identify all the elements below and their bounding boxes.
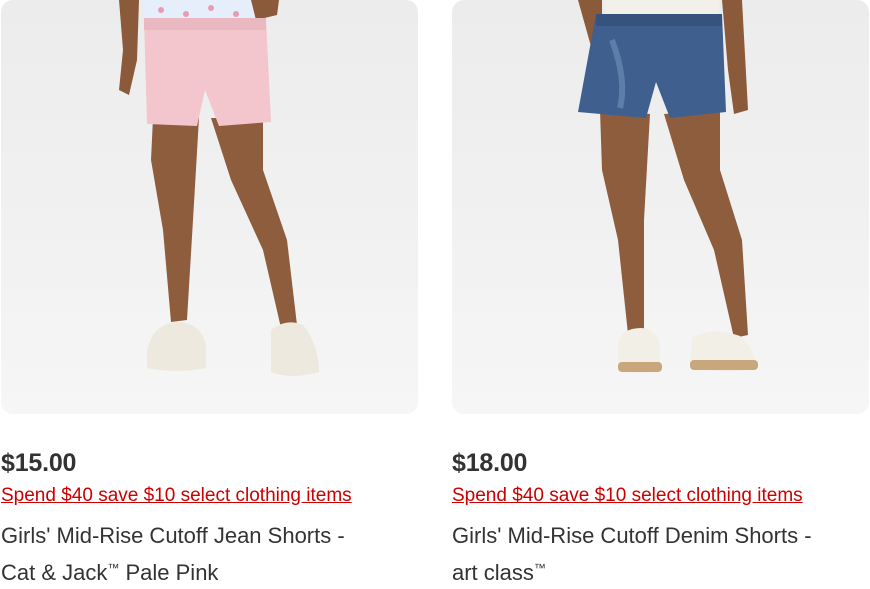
product-title-link[interactable]: Girls' Mid-Rise Cutoff Denim Shorts - ar… — [452, 519, 862, 589]
trademark-symbol: ™ — [533, 561, 546, 575]
product-card: $18.00 Spend $40 save $10 select clothin… — [452, 0, 869, 585]
product-price: $15.00 — [1, 449, 77, 477]
product-card: $15.00 Spend $40 save $10 select clothin… — [1, 0, 418, 585]
product-photo-denim-shorts — [578, 0, 758, 373]
product-title-line2: Cat & Jack™ Pale Pink — [1, 560, 219, 585]
product-title-line1: Girls' Mid-Rise Cutoff Denim Shorts - — [452, 523, 812, 548]
product-image[interactable] — [452, 0, 869, 414]
promo-link[interactable]: Spend $40 save $10 select clothing items — [452, 485, 803, 507]
product-price: $18.00 — [452, 449, 528, 477]
product-photo-pink-shorts — [119, 0, 319, 376]
product-image[interactable] — [1, 0, 418, 414]
trademark-symbol: ™ — [107, 561, 120, 575]
product-title-line2: art class™ — [452, 560, 546, 585]
product-title-line1: Girls' Mid-Rise Cutoff Jean Shorts - — [1, 523, 345, 548]
promo-link[interactable]: Spend $40 save $10 select clothing items — [1, 485, 352, 507]
product-title-link[interactable]: Girls' Mid-Rise Cutoff Jean Shorts - Cat… — [1, 519, 411, 589]
